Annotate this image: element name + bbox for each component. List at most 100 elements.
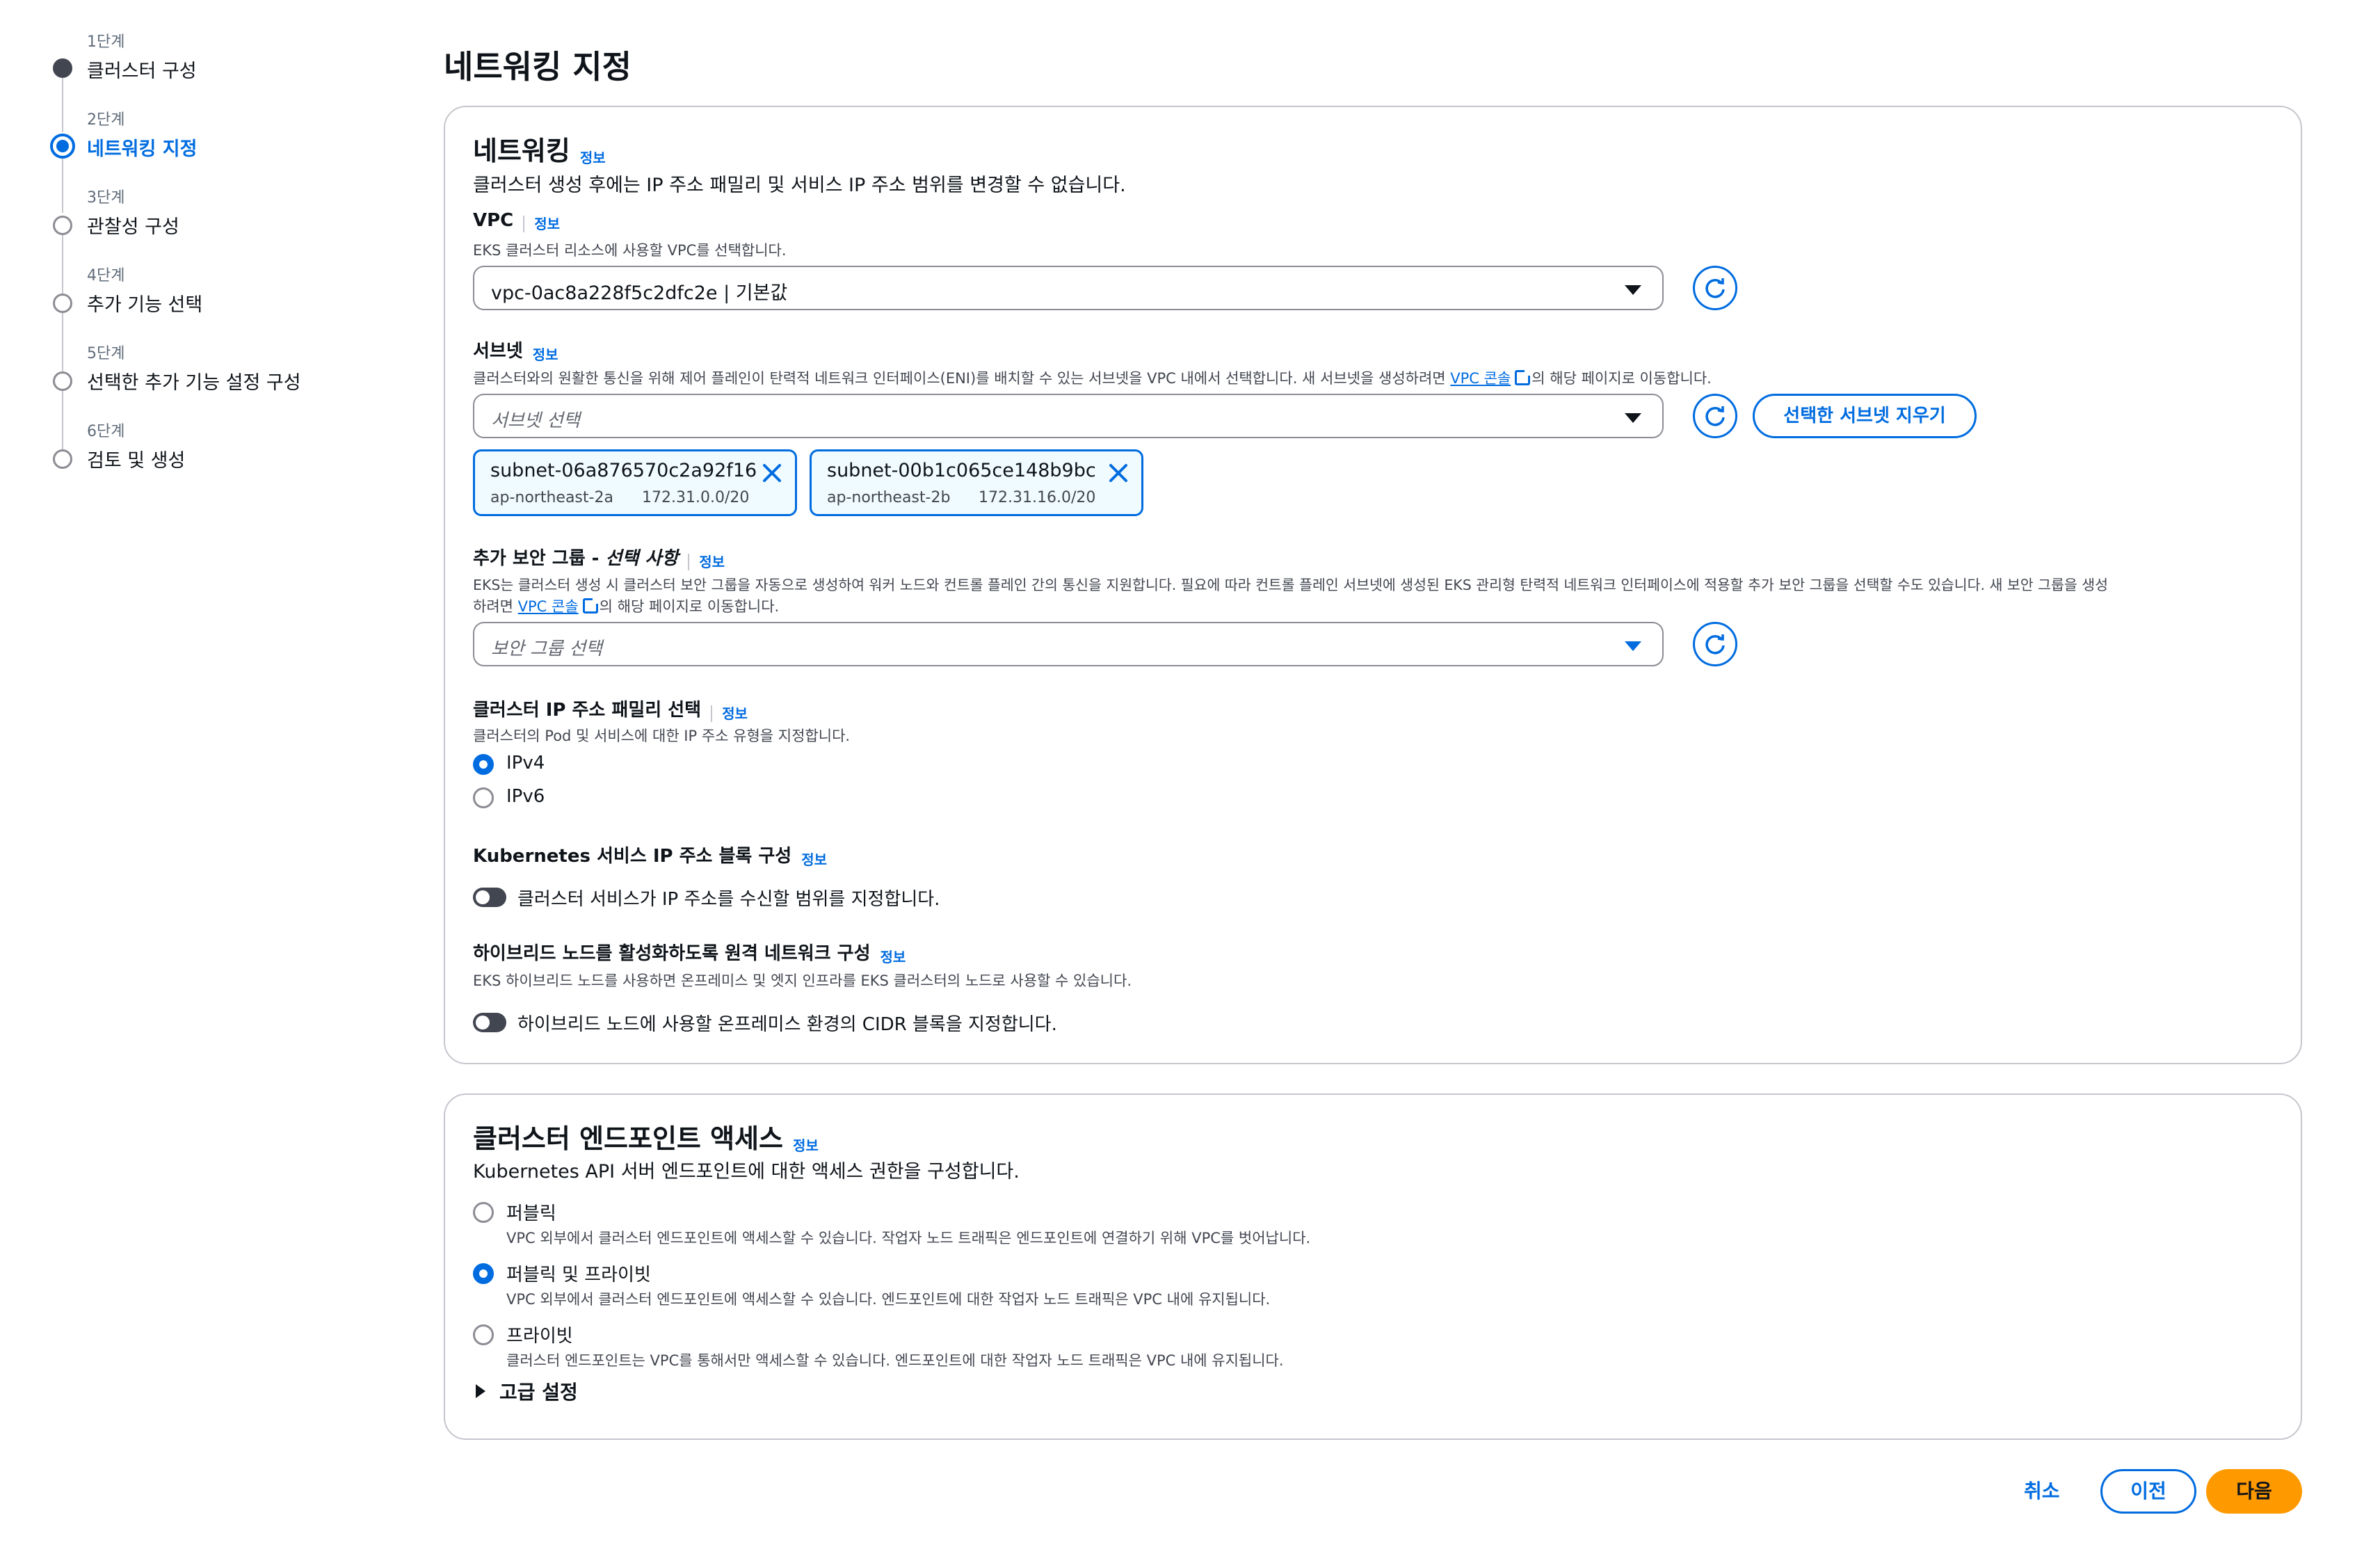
- vpc-label-row: VPC 정보: [473, 210, 561, 233]
- k8s-service-ip-label-row: Kubernetes 서비스 IP 주소 블록 구성 정보: [473, 842, 827, 869]
- endpoint-public-radio[interactable]: [473, 1202, 494, 1223]
- stepper-connector: [62, 159, 63, 213]
- endpoint-public-private-label: 퍼블릭 및 프라이빗: [506, 1265, 651, 1285]
- security-groups-select-placeholder: 보안 그룹 선택: [491, 639, 603, 659]
- endpoint-description: Kubernetes API 서버 엔드포인트에 대한 액세스 권한을 구성합니…: [473, 1161, 1020, 1183]
- security-groups-vpc-console-link[interactable]: VPC 콘솔: [518, 598, 579, 615]
- endpoint-public-private-radio[interactable]: [473, 1263, 494, 1284]
- vpc-label: VPC: [473, 210, 514, 231]
- step-label-observability: 관찰성 구성: [87, 216, 179, 238]
- security-groups-description: EKS는 클러스터 생성 시 클러스터 보안 그룹을 자동으로 생성하여 워커 …: [473, 577, 2108, 593]
- endpoint-private-label: 프라이빗: [506, 1326, 573, 1347]
- k8s-service-ip-toggle[interactable]: [473, 888, 506, 907]
- k8s-service-ip-label: Kubernetes 서비스 IP 주소 블록 구성: [473, 846, 792, 867]
- hybrid-toggle[interactable]: [473, 1013, 506, 1032]
- next-button[interactable]: 다음: [2206, 1469, 2302, 1514]
- security-groups-description-line2: 하려면 VPC 콘솔 의 해당 페이지로 이동합니다.: [473, 595, 779, 616]
- vpc-select-value: vpc-0ac8a228f5c2dfc2e | 기본값: [491, 282, 788, 304]
- stepper-connector: [62, 391, 63, 451]
- subnet-token-name: subnet-06a876570c2a92f16: [490, 460, 757, 481]
- subnets-description-text: 클러스터와의 원활한 통신을 위해 제어 플레인이 탄력적 네트워크 인터페이스…: [473, 370, 1451, 387]
- caret-down-icon: [1625, 413, 1641, 423]
- ipv6-label: IPv6: [506, 786, 545, 807]
- endpoint-info-link[interactable]: 정보: [793, 1137, 819, 1154]
- subnets-label: 서브넷: [473, 341, 523, 362]
- vpc-info-link[interactable]: 정보: [523, 216, 561, 232]
- step-number: 6단계: [87, 423, 125, 440]
- security-groups-label-row: 추가 보안 그룹 - 선택 사항 정보: [473, 544, 725, 571]
- caret-down-icon: [1625, 285, 1641, 295]
- remove-subnet-close-icon[interactable]: [760, 461, 784, 485]
- endpoint-title: 클러스터 엔드포인트 액세스: [473, 1123, 783, 1154]
- vpc-refresh-button[interactable]: [1693, 266, 1737, 310]
- refresh-icon: [1705, 278, 1725, 298]
- security-groups-label: 추가 보안 그룹 -: [473, 548, 606, 569]
- step-link-cluster-config[interactable]: 클러스터 구성: [87, 56, 197, 83]
- subnets-description: 클러스터와의 원활한 통신을 위해 제어 플레인이 탄력적 네트워크 인터페이스…: [473, 367, 1712, 388]
- step-label-review: 검토 및 생성: [87, 450, 186, 472]
- security-groups-refresh-button[interactable]: [1693, 622, 1737, 666]
- networking-description: 클러스터 생성 후에는 IP 주소 패밀리 및 서비스 IP 주소 범위를 변경…: [473, 175, 1126, 196]
- ip-family-label-row: 클러스터 IP 주소 패밀리 선택 정보: [473, 696, 748, 723]
- subnets-select-placeholder: 서브넷 선택: [491, 410, 580, 431]
- step-number: 3단계: [87, 189, 125, 207]
- networking-title: 네트워킹: [473, 136, 570, 166]
- hybrid-toggle-label: 하이브리드 노드에 사용할 온프레미스 환경의 CIDR 블록을 지정합니다.: [517, 1014, 1057, 1035]
- k8s-service-ip-toggle-label: 클러스터 서비스가 IP 주소를 수신할 범위를 지정합니다.: [517, 889, 940, 910]
- step-current-dot-icon: [50, 134, 75, 159]
- ipv4-radio[interactable]: [473, 754, 494, 775]
- security-groups-select[interactable]: 보안 그룹 선택: [473, 622, 1664, 666]
- ip-family-info-link[interactable]: 정보: [711, 705, 748, 722]
- refresh-icon: [1705, 634, 1725, 655]
- security-groups-info-link[interactable]: 정보: [688, 554, 725, 570]
- vpc-select[interactable]: vpc-0ac8a228f5c2dfc2e | 기본값: [473, 266, 1664, 310]
- hybrid-label-row: 하이브리드 노드를 활성화하도록 원격 네트워크 구성 정보: [473, 939, 906, 966]
- caret-down-icon: [1625, 641, 1641, 651]
- subnets-select[interactable]: 서브넷 선택: [473, 394, 1664, 438]
- step-pending-dot-icon: [53, 371, 72, 391]
- endpoint-header: 클러스터 엔드포인트 액세스 정보: [473, 1117, 819, 1155]
- networking-header: 네트워킹 정보: [473, 129, 606, 168]
- remove-subnet-close-icon[interactable]: [1107, 461, 1130, 485]
- step-number: 2단계: [87, 111, 125, 129]
- networking-info-link[interactable]: 정보: [580, 150, 606, 166]
- ipv4-label: IPv4: [506, 753, 545, 774]
- networking-container: 네트워킹 정보 클러스터 생성 후에는 IP 주소 패밀리 및 서비스 IP 주소…: [444, 106, 2302, 1064]
- subnets-label-row: 서브넷 정보: [473, 337, 558, 364]
- clear-selected-subnets-button[interactable]: 선택한 서브넷 지우기: [1753, 394, 1977, 438]
- subnet-token-az: ap-northeast-2a: [490, 489, 613, 506]
- security-groups-description-text: 하려면: [473, 598, 518, 615]
- subnet-token-cidr: 172.31.0.0/20: [642, 489, 750, 506]
- step-number: 1단계: [87, 33, 125, 51]
- subnet-token-cidr: 172.31.16.0/20: [979, 489, 1096, 506]
- subnet-token-az: ap-northeast-2b: [827, 489, 951, 506]
- ip-family-label: 클러스터 IP 주소 패밀리 선택: [473, 700, 702, 721]
- endpoint-public-private-description: VPC 외부에서 클러스터 엔드포인트에 액세스할 수 있습니다. 엔드포인트에…: [506, 1291, 1271, 1308]
- step-pending-dot-icon: [53, 294, 72, 313]
- endpoint-public-label: 퍼블릭: [506, 1203, 556, 1224]
- endpoint-private-radio[interactable]: [473, 1324, 494, 1345]
- subnets-refresh-button[interactable]: [1693, 394, 1737, 438]
- step-done-dot-icon: [53, 58, 72, 78]
- hybrid-label: 하이브리드 노드를 활성화하도록 원격 네트워크 구성: [473, 943, 871, 964]
- stepper-connector: [62, 235, 63, 295]
- hybrid-description: EKS 하이브리드 노드를 사용하면 온프레미스 및 엣지 인프라를 EKS 클…: [473, 972, 1132, 989]
- step-pending-dot-icon: [53, 449, 72, 469]
- ip-family-description: 클러스터의 Pod 및 서비스에 대한 IP 주소 유형을 지정합니다.: [473, 728, 851, 744]
- endpoint-public-description: VPC 외부에서 클러스터 엔드포인트에 액세스할 수 있습니다. 작업자 노드…: [506, 1230, 1311, 1247]
- subnets-description-suffix: 의 해당 페이지로 이동합니다.: [1531, 370, 1712, 387]
- hybrid-info-link[interactable]: 정보: [881, 949, 906, 965]
- subnets-vpc-console-link[interactable]: VPC 콘솔: [1450, 370, 1511, 387]
- subnet-token: subnet-00b1c065ce148b9bc ap-northeast-2b…: [810, 449, 1143, 516]
- subnets-info-link[interactable]: 정보: [533, 346, 558, 363]
- subnet-token-name: subnet-00b1c065ce148b9bc: [827, 460, 1096, 481]
- cancel-button[interactable]: 취소: [2024, 1476, 2060, 1504]
- caret-right-icon: [476, 1384, 485, 1398]
- previous-button[interactable]: 이전: [2100, 1469, 2196, 1514]
- step-number: 4단계: [87, 267, 125, 284]
- external-link-icon: [582, 597, 600, 614]
- k8s-service-ip-info-link[interactable]: 정보: [801, 851, 827, 868]
- ipv6-radio[interactable]: [473, 787, 494, 808]
- subnet-token: subnet-06a876570c2a92f16 ap-northeast-2a…: [473, 449, 797, 516]
- step-number: 5단계: [87, 345, 125, 362]
